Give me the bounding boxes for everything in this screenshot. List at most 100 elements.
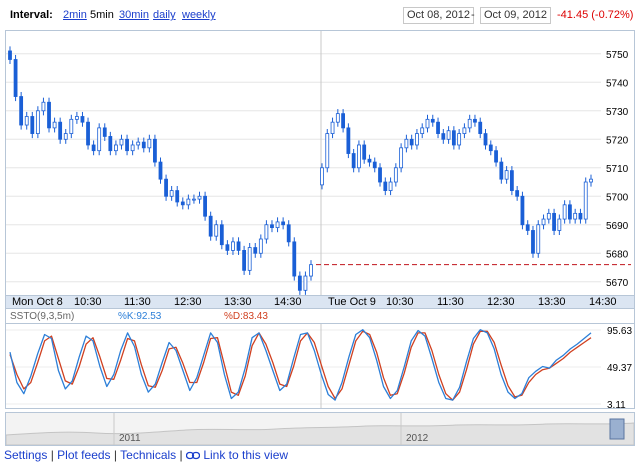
x-label: 13:30 bbox=[538, 296, 566, 308]
time-axis: Mon Oct 8 10:30 11:30 12:30 13:30 14:30 … bbox=[5, 295, 635, 309]
candle bbox=[367, 158, 372, 163]
stochastic-d-line bbox=[9, 330, 592, 401]
y-tick-label: 5670 bbox=[606, 278, 629, 289]
navigator-sparkline bbox=[6, 422, 634, 445]
candle bbox=[362, 144, 367, 160]
candle bbox=[372, 161, 377, 169]
candle bbox=[483, 133, 488, 146]
candle bbox=[281, 221, 286, 226]
candle bbox=[383, 181, 388, 191]
candle bbox=[147, 138, 152, 149]
y-tick-label: 5730 bbox=[606, 107, 629, 118]
candle bbox=[409, 138, 414, 146]
stochastic-name: SSTO(9,3,5m) bbox=[10, 311, 75, 322]
x-label: 10:30 bbox=[386, 296, 414, 308]
x-label: 10:30 bbox=[74, 296, 102, 308]
candle bbox=[41, 101, 46, 112]
candle bbox=[552, 212, 556, 231]
candle bbox=[130, 144, 135, 152]
x-label: 14:30 bbox=[274, 296, 302, 308]
interval-2min-link[interactable]: 2min bbox=[63, 9, 87, 21]
candle bbox=[589, 178, 593, 183]
interval-weekly-link[interactable]: weekly bbox=[182, 9, 216, 21]
candle bbox=[219, 224, 224, 246]
stochastic-panel[interactable]: 95.63 49.37 3.11 bbox=[5, 323, 635, 409]
candle bbox=[388, 181, 393, 191]
navigator-year-label: 2012 bbox=[406, 433, 429, 444]
candle bbox=[47, 101, 51, 129]
interval-5min-current: 5min bbox=[90, 9, 114, 21]
stochastic-k-value: %K:92.53 bbox=[118, 311, 162, 322]
x-label: 11:30 bbox=[437, 296, 464, 308]
candle bbox=[74, 116, 79, 120]
date-from-input[interactable]: Oct 08, 2012 bbox=[403, 7, 474, 24]
x-label: 11:30 bbox=[124, 296, 151, 308]
y-tick-label: 5700 bbox=[606, 192, 629, 203]
candle bbox=[292, 241, 297, 277]
price-chart-panel[interactable]: 5750 5740 5730 5720 5710 5700 5690 5680 5670 bbox=[5, 30, 635, 296]
candle bbox=[357, 144, 361, 169]
candle bbox=[546, 212, 551, 220]
candle bbox=[169, 190, 174, 197]
candle bbox=[520, 195, 525, 226]
candle bbox=[125, 138, 129, 152]
candle bbox=[420, 127, 425, 134]
candle bbox=[186, 198, 191, 206]
y-tick-label: 5710 bbox=[606, 164, 629, 175]
candle bbox=[286, 224, 291, 243]
candle bbox=[335, 113, 340, 123]
candle bbox=[562, 204, 567, 220]
y-tick-label: 5740 bbox=[606, 78, 629, 89]
date-to-input[interactable]: Oct 09, 2012 bbox=[480, 7, 551, 24]
candle bbox=[225, 244, 230, 251]
price-chart: 5750 5740 5730 5720 5710 5700 5690 5680 5670 bbox=[6, 31, 631, 296]
x-label: 14:30 bbox=[589, 296, 617, 308]
date-range-separator: - bbox=[471, 9, 475, 21]
price-change: -41.45 (-0.72%) bbox=[557, 9, 634, 21]
candle bbox=[430, 118, 435, 123]
candle bbox=[573, 212, 578, 220]
candle bbox=[192, 198, 196, 201]
candle bbox=[330, 121, 335, 134]
candle bbox=[425, 118, 430, 129]
candle bbox=[80, 116, 85, 123]
candle bbox=[108, 136, 113, 152]
x-label: Mon Oct 8 bbox=[12, 296, 63, 308]
candle bbox=[415, 133, 419, 146]
candle bbox=[164, 178, 168, 197]
candle bbox=[399, 147, 404, 169]
candle bbox=[69, 118, 74, 134]
interval-daily-link[interactable]: daily bbox=[153, 9, 176, 21]
candle bbox=[541, 218, 546, 226]
candle bbox=[341, 113, 345, 129]
candle bbox=[351, 153, 356, 169]
candle bbox=[393, 167, 398, 183]
candle bbox=[478, 121, 483, 134]
candle bbox=[8, 50, 12, 60]
link-icon[interactable] bbox=[185, 449, 201, 463]
timeline-navigator[interactable]: 2011 2012 bbox=[5, 412, 635, 446]
stochastic-legend: SSTO(9,3,5m) %K:92.53 %D:83.43 bbox=[5, 309, 635, 323]
candle bbox=[494, 150, 498, 163]
candle bbox=[119, 138, 124, 146]
candle bbox=[264, 224, 269, 240]
candle bbox=[136, 141, 141, 146]
candle bbox=[141, 141, 146, 149]
candle bbox=[158, 161, 163, 180]
candle bbox=[436, 121, 440, 134]
candle bbox=[504, 170, 509, 180]
candle bbox=[320, 167, 324, 186]
candle bbox=[441, 133, 446, 140]
candle bbox=[473, 118, 477, 123]
x-label: 13:30 bbox=[224, 296, 252, 308]
interval-30min-link[interactable]: 30min bbox=[119, 9, 149, 21]
candle bbox=[247, 247, 252, 271]
candle bbox=[114, 144, 118, 152]
candle bbox=[583, 181, 588, 220]
candle bbox=[35, 110, 40, 134]
interval-label: Interval: bbox=[10, 9, 53, 21]
navigator-window-handle[interactable] bbox=[609, 418, 625, 440]
candle bbox=[578, 212, 583, 220]
candle bbox=[63, 133, 68, 140]
candle bbox=[175, 190, 180, 203]
